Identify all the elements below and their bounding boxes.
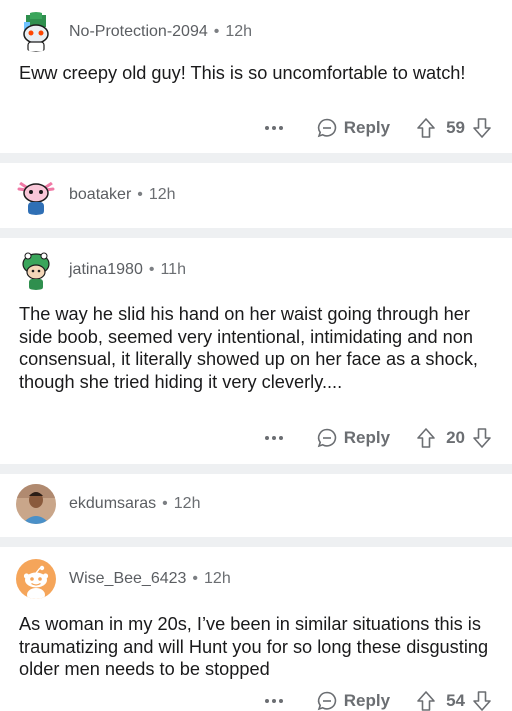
comment-meta: jatina1980 • 11h [69, 261, 186, 279]
comment-actions: Reply 59 [262, 115, 492, 141]
upvote-icon[interactable] [416, 690, 436, 711]
comment-age: 12h [204, 570, 231, 587]
vote-controls: 54 [416, 690, 492, 711]
comment-meta: Wise_Bee_6423 • 12h [69, 570, 231, 588]
comment-divider [0, 537, 512, 547]
comment-meta: No-Protection-2094 • 12h [69, 23, 252, 41]
comment-meta: ekdumsaras • 12h [69, 495, 200, 513]
downvote-icon[interactable] [472, 117, 492, 139]
separator-dot: • [137, 186, 143, 203]
profile-photo-icon [16, 484, 56, 524]
comment-meta: boataker • 12h [69, 186, 176, 204]
comment-text: As woman in my 20s, I’ve been in similar… [19, 614, 489, 679]
username[interactable]: jatina1980 [69, 261, 143, 278]
upvote-icon[interactable] [416, 427, 436, 449]
comment-header: Wise_Bee_6423 • 12h [16, 559, 231, 599]
reply-label: Reply [343, 428, 391, 447]
default-snoo-avatar-icon [16, 559, 56, 599]
comment-text: The way he slid his hand on her waist go… [19, 304, 478, 392]
separator-dot: • [213, 23, 220, 40]
comment-actions: Reply 54 [262, 688, 492, 711]
downvote-icon[interactable] [472, 427, 492, 449]
snoo-avatar-icon [16, 12, 56, 52]
reply-bubble-icon [317, 118, 336, 138]
comment-age: 11h [160, 261, 186, 278]
avatar[interactable] [16, 250, 56, 290]
separator-dot: • [162, 495, 168, 512]
upvote-icon[interactable] [416, 117, 436, 139]
more-icon [264, 126, 269, 130]
comment-header: jatina1980 • 11h [16, 250, 186, 290]
comment-header: boataker • 12h [16, 175, 176, 215]
username[interactable]: No-Protection-2094 [69, 23, 208, 40]
comment-divider [0, 464, 512, 474]
username[interactable]: Wise_Bee_6423 [69, 570, 186, 587]
more-icon [264, 436, 269, 440]
avatar[interactable] [16, 484, 56, 524]
comment-divider [0, 228, 512, 238]
avatar[interactable] [16, 12, 56, 52]
comment-age: 12h [173, 495, 201, 512]
avatar[interactable] [16, 175, 56, 215]
reply-bubble-icon [317, 428, 336, 448]
reply-button[interactable]: Reply [316, 427, 390, 449]
username[interactable]: boataker [69, 186, 131, 203]
more-options-button[interactable] [262, 699, 286, 703]
reply-bubble-icon [317, 691, 336, 711]
comment-header: No-Protection-2094 • 12h [16, 12, 252, 52]
comment-actions: Reply 20 [262, 425, 492, 451]
reply-label: Reply [343, 118, 391, 137]
comment-age: 12h [148, 186, 176, 203]
vote-controls: 59 [416, 117, 492, 139]
comment-text: Eww creepy old guy! This is so uncomfort… [19, 63, 466, 83]
separator-dot: • [192, 570, 199, 587]
vote-count: 59 [446, 118, 465, 137]
more-options-button[interactable] [262, 126, 286, 130]
vote-count: 54 [446, 691, 465, 710]
axolotl-snoo-avatar-icon [16, 175, 56, 215]
frog-hat-snoo-avatar-icon [16, 250, 56, 290]
more-icon [264, 699, 269, 703]
separator-dot: • [148, 261, 155, 278]
vote-count: 20 [446, 428, 465, 447]
vote-controls: 20 [416, 427, 492, 449]
reply-button[interactable]: Reply [316, 117, 390, 139]
reply-button[interactable]: Reply [316, 690, 390, 711]
username[interactable]: ekdumsaras [69, 495, 156, 512]
reply-label: Reply [343, 691, 391, 710]
comment-header: ekdumsaras • 12h [16, 484, 200, 524]
more-options-button[interactable] [262, 436, 286, 440]
comment-age: 12h [225, 23, 253, 40]
downvote-icon[interactable] [472, 690, 492, 711]
comment-divider [0, 153, 512, 163]
avatar[interactable] [16, 559, 56, 599]
